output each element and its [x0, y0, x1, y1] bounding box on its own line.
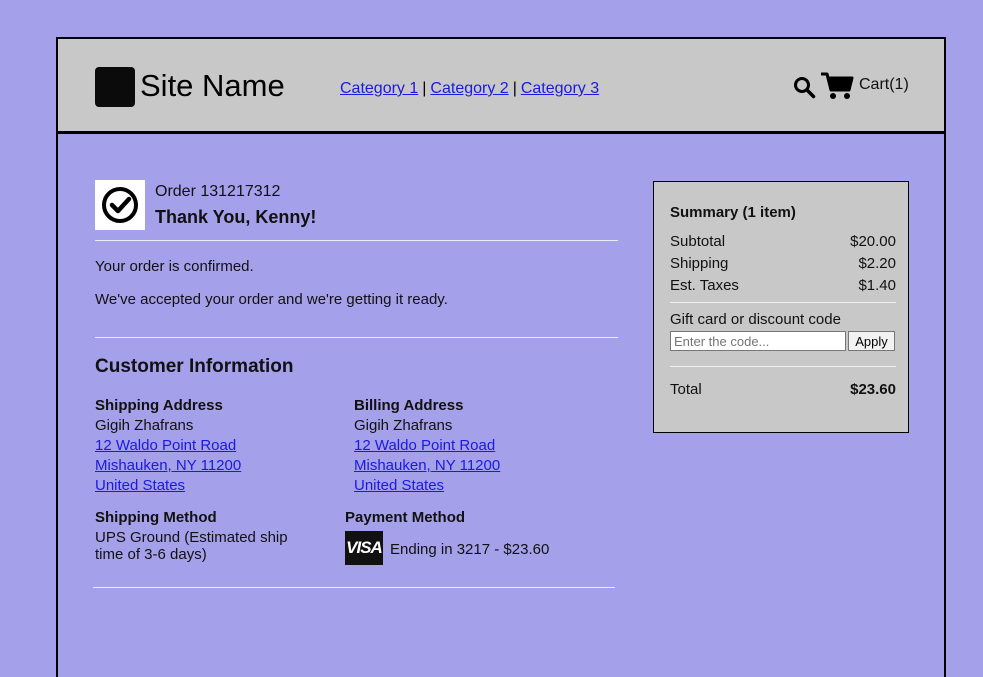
shipping-method: Shipping Method UPS Ground (Estimated sh…	[95, 509, 305, 563]
billing-address-country[interactable]: United States	[354, 476, 500, 496]
search-icon[interactable]	[792, 75, 816, 99]
logo-icon[interactable]	[95, 67, 135, 107]
apply-code-button[interactable]: Apply	[848, 331, 895, 351]
summary-subtotal-row: Subtotal $20.00	[670, 233, 896, 250]
taxes-value: $1.40	[858, 277, 896, 294]
shipping-value: $2.20	[858, 255, 896, 272]
payment-method-value: Ending in 3217 - $23.60	[390, 541, 550, 558]
divider	[670, 366, 896, 367]
payment-method-heading: Payment Method	[345, 509, 466, 526]
gift-code-label: Gift card or discount code	[670, 311, 841, 328]
total-label: Total	[670, 381, 702, 398]
shipping-method-heading: Shipping Method	[95, 509, 217, 526]
nav-separator: |	[422, 80, 427, 97]
nav-category-2[interactable]: Category 2	[430, 80, 508, 97]
shipping-address-country[interactable]: United States	[95, 476, 241, 496]
taxes-label: Est. Taxes	[670, 277, 739, 294]
shipping-address-name: Gigih Zhafrans	[95, 417, 194, 434]
cart-label[interactable]: Cart(1)	[859, 76, 909, 94]
nav-category-3[interactable]: Category 3	[521, 80, 599, 97]
category-nav: Category 1 | Category 2 | Category 3	[340, 79, 599, 99]
subtotal-label: Subtotal	[670, 233, 726, 250]
shipping-address-street[interactable]: 12 Waldo Point Road	[95, 436, 241, 456]
summary-taxes-row: Est. Taxes $1.40	[670, 277, 896, 294]
site-name[interactable]: Site Name	[140, 68, 285, 104]
customer-info-heading: Customer Information	[95, 356, 294, 377]
subtotal-value: $20.00	[850, 233, 896, 250]
billing-address-street[interactable]: 12 Waldo Point Road	[354, 436, 500, 456]
shipping-address: Shipping Address Gigih Zhafrans 12 Waldo…	[95, 396, 241, 496]
payment-method: Payment Method VISA Ending in 3217 - $23…	[345, 509, 549, 565]
total-value: $23.60	[850, 381, 896, 398]
nav-separator: |	[512, 80, 517, 97]
billing-address-heading: Billing Address	[354, 397, 464, 414]
shipping-label: Shipping	[670, 255, 729, 272]
summary-total-row: Total $23.60	[670, 381, 896, 398]
shipping-method-value: UPS Ground (Estimated ship time of 3-6 d…	[95, 529, 288, 563]
summary-shipping-row: Shipping $2.20	[670, 255, 896, 272]
discount-code-input[interactable]	[670, 331, 846, 351]
divider	[670, 302, 896, 303]
page-frame: Site Name Category 1 | Category 2 | Category…	[56, 37, 946, 677]
billing-address-name: Gigih Zhafrans	[354, 417, 453, 434]
summary-title: Summary (1 item)	[670, 204, 796, 221]
order-confirmed-text: Your order is confirmed.	[95, 258, 254, 275]
shipping-address-heading: Shipping Address	[95, 397, 223, 414]
divider	[95, 240, 618, 241]
order-summary-panel: Summary (1 item) Subtotal $20.00 Shippin…	[653, 181, 909, 433]
order-number: Order 131217312	[155, 183, 281, 200]
site-header: Site Name Category 1 | Category 2 | Category…	[58, 39, 944, 134]
order-message-text: We've accepted your order and we're gett…	[95, 291, 448, 308]
shipping-address-city[interactable]: Mishauken, NY 11200	[95, 456, 241, 476]
thank-you-heading: Thank You, Kenny!	[155, 207, 317, 227]
billing-address: Billing Address Gigih Zhafrans 12 Waldo …	[354, 396, 500, 496]
divider	[95, 337, 618, 338]
billing-address-city[interactable]: Mishauken, NY 11200	[354, 456, 500, 476]
order-confirmed-icon	[95, 180, 145, 230]
divider	[93, 587, 615, 588]
cart-icon[interactable]	[820, 71, 854, 101]
nav-category-1[interactable]: Category 1	[340, 80, 418, 97]
visa-card-icon: VISA	[345, 531, 383, 565]
check-circle-icon	[102, 187, 138, 223]
